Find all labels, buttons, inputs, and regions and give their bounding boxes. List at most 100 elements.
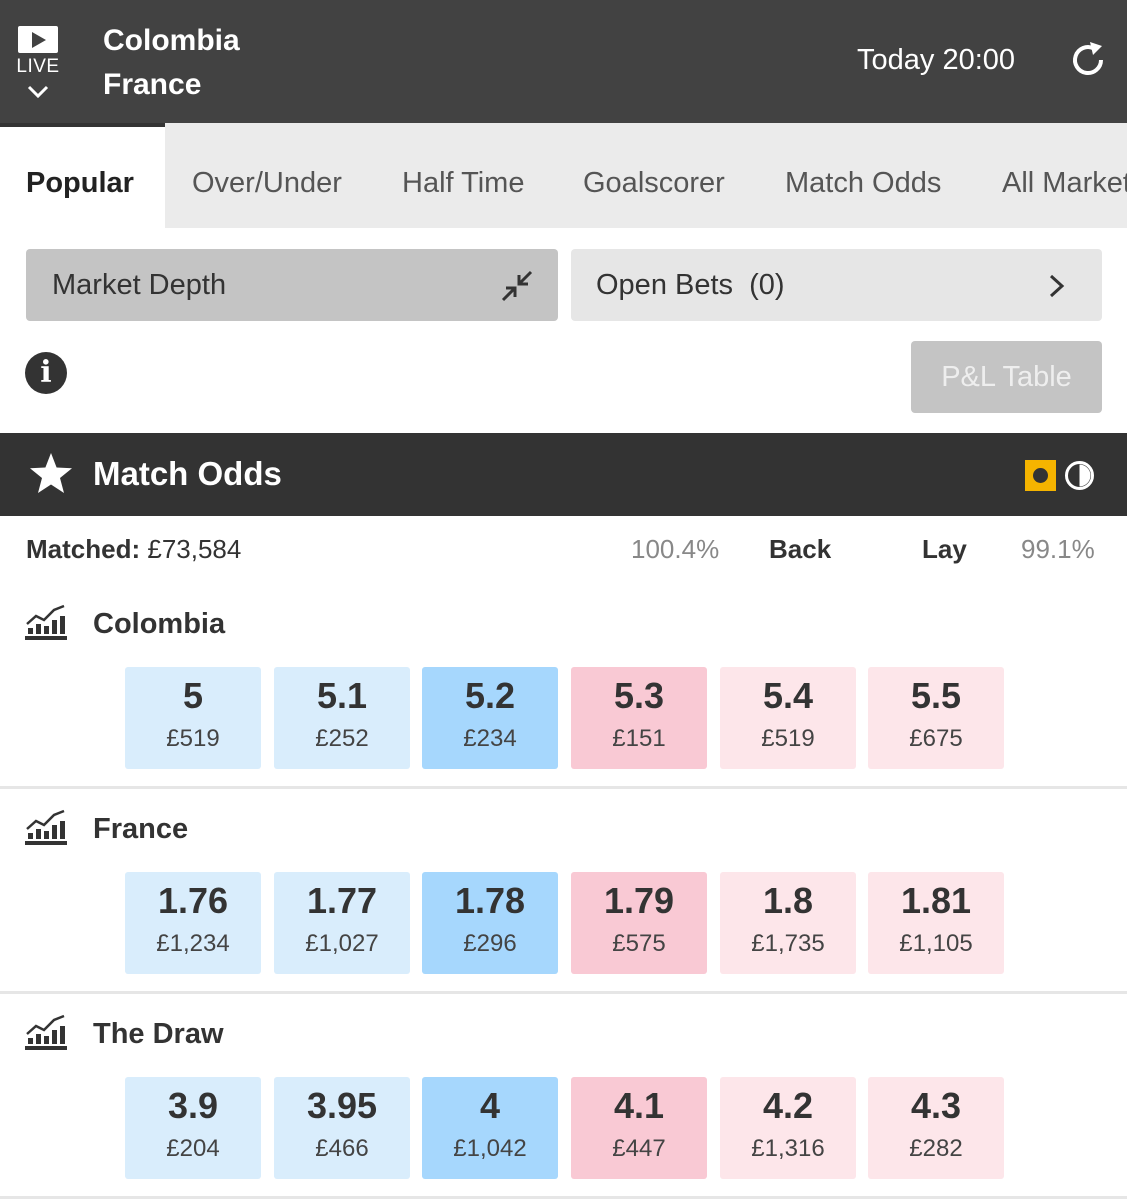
matched-amount: Matched: £73,584	[26, 534, 241, 565]
price-cell-lay-3[interactable]: 4.3 £282	[868, 1077, 1004, 1179]
live-toggle[interactable]: LIVE	[14, 24, 62, 114]
matched-value: £73,584	[147, 534, 242, 564]
odds-price: 4.2	[762, 1085, 814, 1126]
star-icon[interactable]	[28, 451, 74, 497]
price-cell-lay-1[interactable]: 4.1 £447	[571, 1077, 707, 1179]
odds-price: 1.77	[306, 880, 378, 921]
tab-half-time[interactable]: Half Time	[402, 123, 524, 228]
available-stake: £151	[612, 725, 666, 752]
pl-table-button[interactable]: P&L Table	[911, 341, 1102, 413]
runner-name: France	[93, 813, 189, 845]
live-play-icon	[18, 26, 58, 53]
available-stake: £1,234	[156, 930, 230, 957]
odds-price: 1.76	[157, 880, 229, 921]
live-label: LIVE	[16, 56, 60, 77]
tab-goalscorer[interactable]: Goalscorer	[583, 123, 725, 228]
odds-price: 5	[182, 675, 204, 716]
market-tabs: Popular Over/Under Half Time Goalscorer …	[0, 123, 1127, 228]
available-stake: £466	[315, 1135, 369, 1162]
price-cell-back-3[interactable]: 5 £519	[125, 667, 261, 769]
available-stake: £1,316	[751, 1135, 825, 1162]
odds-price: 1.78	[454, 880, 526, 921]
odds-price: 4	[479, 1085, 501, 1126]
price-cell-back-2[interactable]: 1.77 £1,027	[274, 872, 410, 974]
odds-price: 5.3	[613, 675, 665, 716]
available-stake: £1,027	[305, 930, 379, 957]
back-column-label: Back	[769, 534, 832, 564]
row-divider	[0, 1196, 1127, 1199]
collapse-icon	[501, 270, 533, 302]
odds-price: 5.1	[316, 675, 368, 716]
price-cell-lay-1[interactable]: 1.79 £575	[571, 872, 707, 974]
price-cell-lay-2[interactable]: 5.4 £519	[720, 667, 856, 769]
available-stake: £1,042	[453, 1135, 527, 1162]
matched-label: Matched:	[26, 534, 141, 564]
market-chart-icon[interactable]	[24, 1012, 68, 1052]
price-cell-back-2[interactable]: 5.1 £252	[274, 667, 410, 769]
runner-row: France 1.76 £1,234 1.77 £1,027 1.78 £296 1.79 £5…	[0, 787, 1127, 994]
lay-column-label: Lay	[922, 534, 967, 564]
tab-all-markets[interactable]: All Markets	[1002, 123, 1127, 228]
runner-row: The Draw 3.9 £204 3.95 £466 4 £1,042 4.1 £447 4.2…	[0, 992, 1127, 1199]
available-stake: £519	[166, 725, 220, 752]
available-stake: £296	[463, 930, 517, 957]
market-chart-icon[interactable]	[24, 602, 68, 642]
market-title: Match Odds	[93, 455, 282, 492]
chevron-right-icon	[1049, 274, 1065, 298]
chevron-down-icon	[27, 85, 49, 99]
odds-price: 5.5	[910, 675, 962, 716]
lay-overround: 99.1%	[1021, 534, 1095, 564]
available-stake: £234	[463, 725, 517, 752]
available-stake: £1,105	[899, 930, 973, 957]
price-cell-back-3[interactable]: 1.76 £1,234	[125, 872, 261, 974]
available-stake: £447	[612, 1135, 666, 1162]
timer-icon	[1065, 461, 1094, 490]
price-cell-lay-3[interactable]: 1.81 £1,105	[868, 872, 1004, 974]
available-stake: £519	[761, 725, 815, 752]
available-stake: £575	[612, 930, 666, 957]
info-icon[interactable]: i	[25, 352, 67, 394]
odds-price: 4.3	[910, 1085, 962, 1126]
available-stake: £1,735	[751, 930, 825, 957]
market-header: Match Odds	[0, 433, 1127, 516]
market-chart-icon[interactable]	[24, 807, 68, 847]
odds-price: 1.79	[603, 880, 675, 921]
price-cell-back-1[interactable]: 4 £1,042	[422, 1077, 558, 1179]
market-depth-button[interactable]: Market Depth	[26, 249, 558, 321]
open-bets-button[interactable]: Open Bets (0)	[571, 249, 1102, 321]
price-cell-lay-2[interactable]: 1.8 £1,735	[720, 872, 856, 974]
price-cell-lay-1[interactable]: 5.3 £151	[571, 667, 707, 769]
in-play-icon	[1025, 460, 1056, 491]
tab-over-under[interactable]: Over/Under	[192, 123, 342, 228]
available-stake: £252	[315, 725, 369, 752]
price-cell-lay-3[interactable]: 5.5 £675	[868, 667, 1004, 769]
available-stake: £282	[909, 1135, 963, 1162]
odds-price: 1.8	[762, 880, 814, 921]
odds-price: 4.1	[613, 1085, 665, 1126]
price-cell-back-1[interactable]: 1.78 £296	[422, 872, 558, 974]
tab-popular[interactable]: Popular	[0, 123, 165, 228]
team-home: Colombia	[103, 24, 240, 57]
runner-row: Colombia 5 £519 5.1 £252 5.2 £234 5.3 £151 5.4 £51…	[0, 582, 1127, 789]
available-stake: £204	[166, 1135, 220, 1162]
price-cell-lay-2[interactable]: 4.2 £1,316	[720, 1077, 856, 1179]
team-away: France	[103, 68, 202, 101]
runner-name: The Draw	[93, 1018, 224, 1050]
odds-price: 1.81	[900, 880, 972, 921]
price-cell-back-1[interactable]: 5.2 £234	[422, 667, 558, 769]
refresh-icon[interactable]	[1068, 40, 1108, 80]
odds-price: 3.95	[306, 1085, 378, 1126]
event-header: LIVE Colombia France Today 20:00	[0, 0, 1127, 123]
price-cell-back-3[interactable]: 3.9 £204	[125, 1077, 261, 1179]
odds-price: 3.9	[167, 1085, 219, 1126]
price-cell-back-2[interactable]: 3.95 £466	[274, 1077, 410, 1179]
odds-price: 5.2	[464, 675, 516, 716]
available-stake: £675	[909, 725, 963, 752]
back-overround: 100.4%	[631, 534, 720, 564]
runner-name: Colombia	[93, 608, 226, 640]
market-depth-label: Market Depth	[52, 269, 227, 301]
tab-match-odds[interactable]: Match Odds	[785, 123, 941, 228]
open-bets-label: Open Bets (0)	[596, 269, 785, 301]
odds-price: 5.4	[762, 675, 814, 716]
event-time: Today 20:00	[857, 44, 1016, 76]
